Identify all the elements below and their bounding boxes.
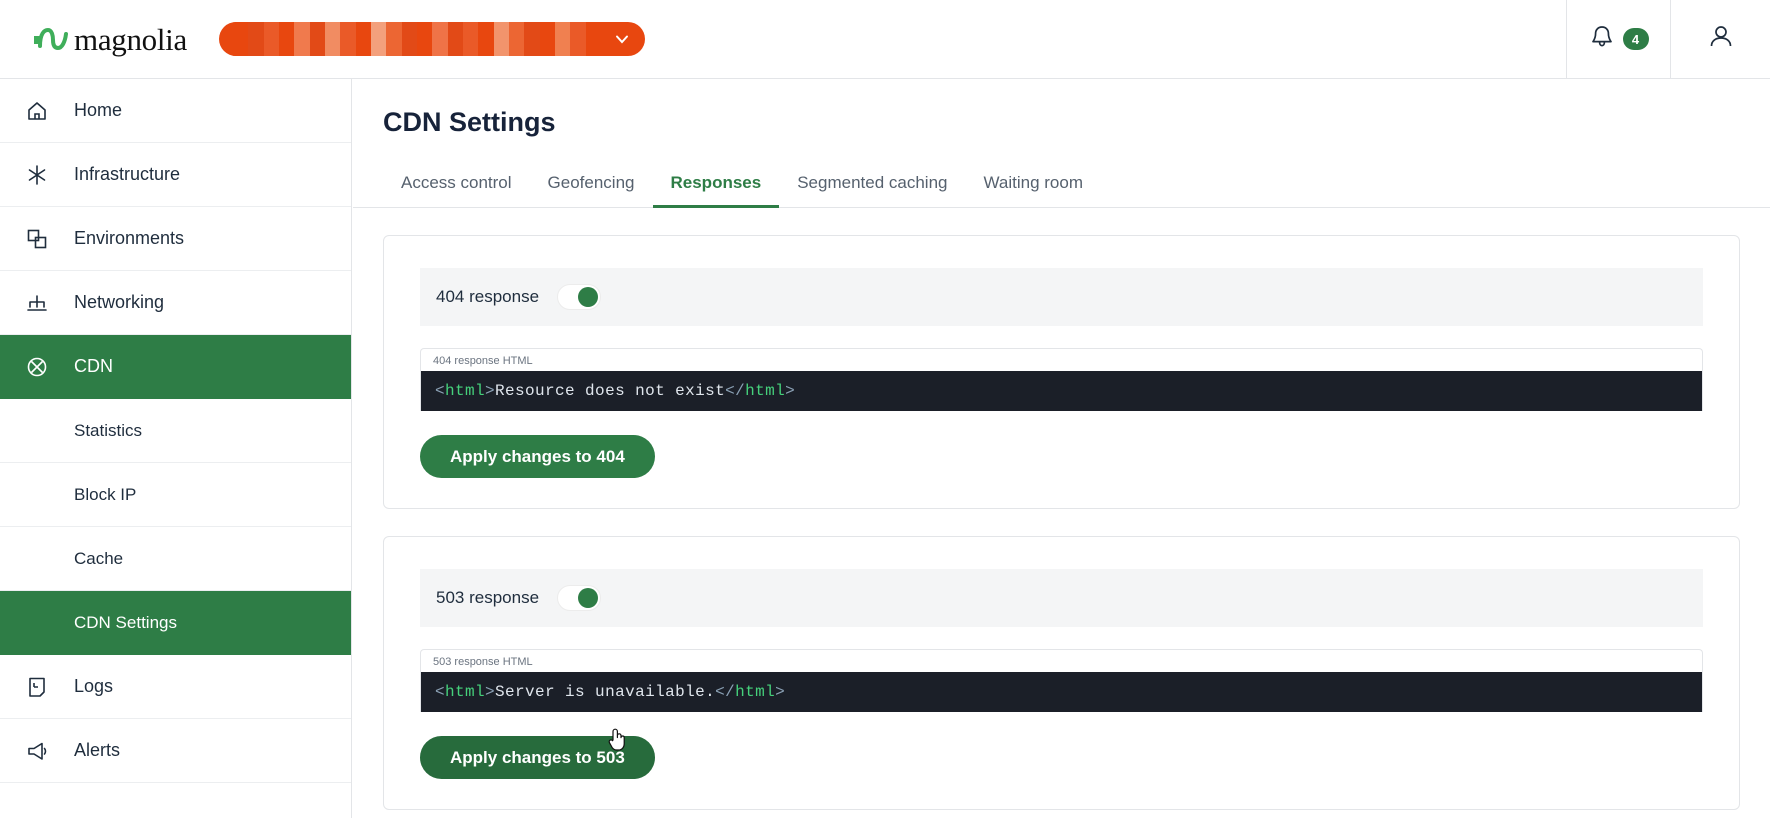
tab-waiting-room[interactable]: Waiting room [965,173,1101,208]
code-token-close-bracket: </ [725,382,746,400]
code-token-text: Resource does not exist [495,382,726,400]
tab-access-control[interactable]: Access control [383,173,530,208]
sidebar-item-label: Infrastructure [74,164,181,184]
code-token-close-gt: > [775,683,786,701]
brand-name: magnolia [74,21,187,57]
page-title: CDN Settings [383,107,556,137]
tab-geofencing[interactable]: Geofencing [530,173,653,208]
magnolia-wave-logo-icon [32,26,68,52]
sidebar-item-logs[interactable]: Logs [0,655,351,719]
user-icon [1706,22,1736,57]
response-html-field-label: 503 response HTML [433,656,533,668]
main-content: CDN Settings Access control Geofencing Res… [353,79,1770,818]
sidebar-item-environments[interactable]: Environments [0,207,351,271]
home-icon [22,99,52,123]
environment-selector-value-redacted [232,22,601,56]
code-token-open-gt: > [485,683,496,701]
tab-bar: Access control Geofencing Responses Segment… [353,162,1770,208]
notification-count-badge: 4 [1622,28,1649,50]
code-token-text: Server is unavailable. [495,683,716,701]
sidebar-item-networking[interactable]: Networking [0,271,351,335]
response-toggle-row: 503 response [420,569,1703,627]
environment-selector[interactable] [218,22,645,56]
account-button[interactable] [1670,0,1770,79]
response-card: 503 response 503 response HTML < html > Serve… [383,536,1740,810]
apply-changes-button[interactable]: Apply changes to 404 [420,435,655,478]
toggle-knob [578,588,599,608]
apply-button-wrap: Apply changes to 503 [420,712,655,779]
sidebar-item-alerts[interactable]: Alerts [0,719,351,783]
code-token-close-tag: html [745,382,786,400]
apply-button-wrap: Apply changes to 404 [420,411,655,478]
sidebar-item-cdn[interactable]: CDN [0,335,351,399]
code-token-close-gt: > [785,382,796,400]
response-enabled-toggle[interactable] [557,284,602,310]
toggle-knob [578,287,599,307]
code-token-open-bracket: < [435,683,446,701]
response-enabled-toggle[interactable] [557,585,602,611]
sidebar-item-cdn-settings[interactable]: CDN Settings [0,591,351,655]
sidebar-item-label: Logs [74,676,114,696]
response-toggle-label: 503 response [436,588,540,607]
sidebar-item-label: Statistics [74,420,143,440]
response-html-code-editor[interactable]: < html > Resource does not exist </html > [421,371,1702,411]
response-cards: 404 response 404 response HTML < html > Resou… [353,235,1770,810]
code-token-close-tag: html [735,683,776,701]
sidebar-item-label: Home [74,100,123,120]
sidebar-item-label: Alerts [74,740,121,760]
response-html-code-editor[interactable]: < html > Server is unavailable. </html > [421,672,1702,712]
circle-x-icon [22,355,52,379]
bell-icon [1589,23,1615,56]
response-html-field-label: 404 response HTML [433,355,533,367]
brand-logo[interactable]: magnolia [32,0,187,78]
tab-responses[interactable]: Responses [652,173,780,208]
sidebar-item-label: Networking [74,292,165,312]
sidebar-item-label: Block IP [74,484,137,504]
code-token-close-bracket: </ [715,683,736,701]
code-token-open-tag: html [445,382,486,400]
app-root: magnolia 4 Home Infrastructure Environme… [0,0,1770,818]
response-html-field[interactable]: 503 response HTML < html > Server is unavail… [420,649,1703,712]
chevron-down-icon [613,30,631,48]
sidebar-item-label: CDN Settings [74,612,177,632]
sidebar-item-block-ip[interactable]: Block IP [0,463,351,527]
code-token-open-bracket: < [435,382,446,400]
sidebar-item-home[interactable]: Home [0,79,351,143]
megaphone-icon [22,739,52,763]
sidebar-item-cache[interactable]: Cache [0,527,351,591]
code-token-open-gt: > [485,382,496,400]
document-icon [22,675,52,699]
network-icon [22,291,52,315]
top-bar: magnolia 4 [0,0,1770,79]
asterisk-icon [22,163,52,187]
sidebar: Home Infrastructure Environments Networking… [0,79,352,818]
apply-changes-button[interactable]: Apply changes to 503 [420,736,655,779]
sidebar-item-statistics[interactable]: Statistics [0,399,351,463]
sidebar-item-infrastructure[interactable]: Infrastructure [0,143,351,207]
sidebar-item-label: Environments [74,228,185,248]
stacked-squares-icon [22,227,52,251]
tab-segmented-caching[interactable]: Segmented caching [779,173,965,208]
response-html-field[interactable]: 404 response HTML < html > Resource does not… [420,348,1703,411]
response-card: 404 response 404 response HTML < html > Resou… [383,235,1740,509]
sidebar-item-label: CDN [74,356,113,376]
notifications-button[interactable]: 4 [1566,0,1670,79]
response-toggle-row: 404 response [420,268,1703,326]
sidebar-item-label: Cache [74,548,124,568]
code-token-open-tag: html [445,683,486,701]
response-toggle-label: 404 response [436,287,540,306]
